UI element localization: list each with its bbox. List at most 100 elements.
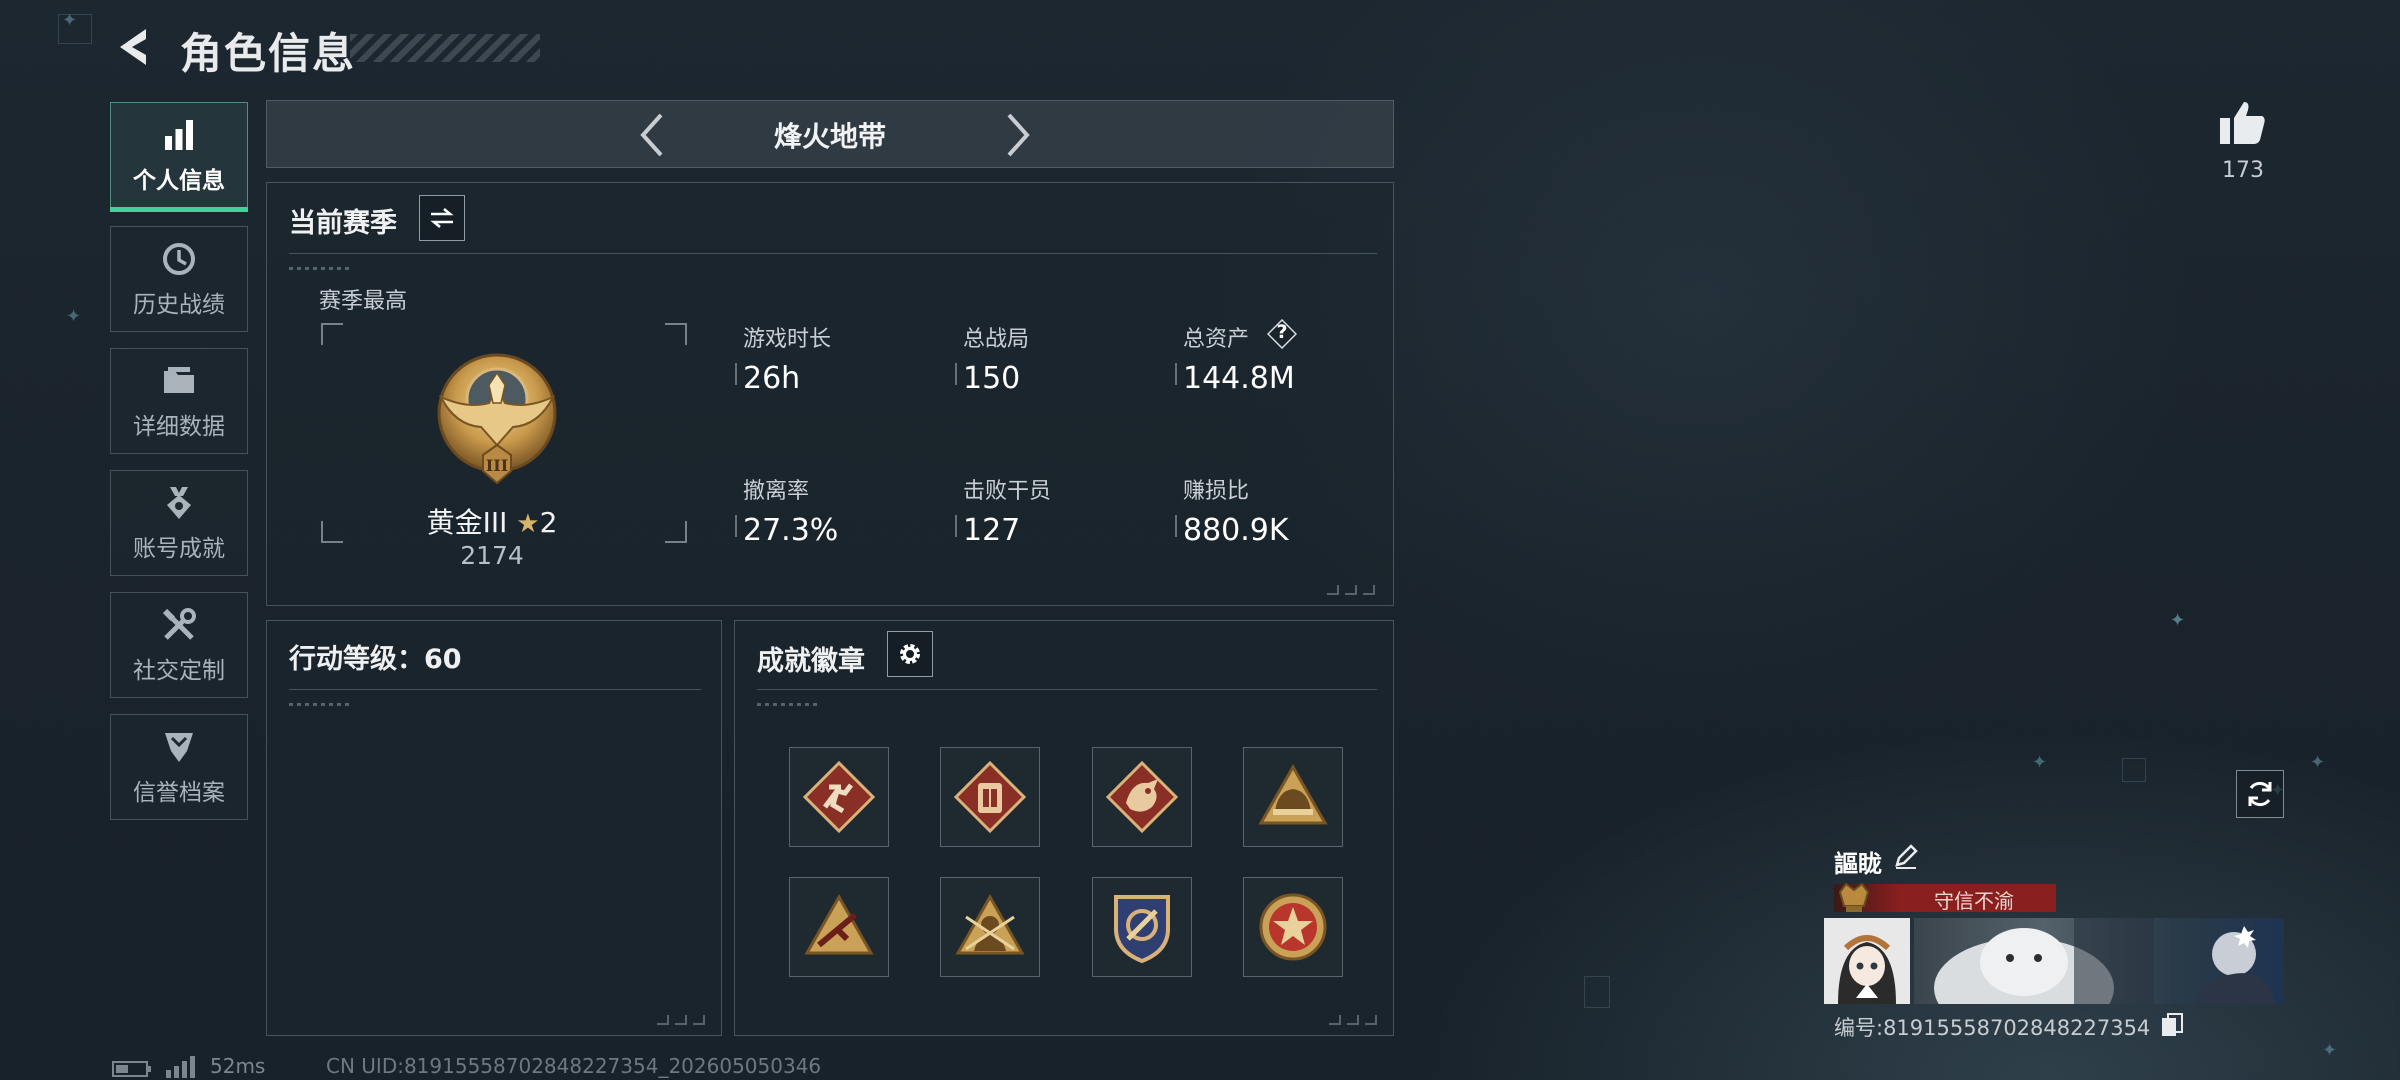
- edit-name-button[interactable]: [1892, 842, 1922, 872]
- rank-name-row: 黄金III ★2: [267, 501, 717, 541]
- sidebar-item-social[interactable]: 社交定制: [110, 592, 248, 698]
- stat-label: 撤离率: [743, 479, 810, 504]
- stat-value: 880.9K: [1183, 513, 1289, 548]
- divider-decoration: [757, 703, 817, 706]
- achievement-badge[interactable]: [789, 747, 889, 847]
- divider: [289, 689, 701, 690]
- stat-marker: [1175, 363, 1177, 385]
- sparkle-icon: ✦: [2170, 610, 2186, 631]
- sidebar-item-label: 历史战绩: [133, 292, 225, 318]
- badges-panel: 成就徽章: [734, 620, 1394, 1036]
- ping-text: 52ms: [210, 1054, 266, 1078]
- hud-frame: [1584, 976, 1610, 1008]
- copy-id-button[interactable]: [2160, 1012, 2184, 1038]
- sidebar-item-label: 详细数据: [133, 414, 225, 440]
- mode-selector: 烽火地带: [266, 100, 1394, 168]
- sidebar-item-detail-data[interactable]: 详细数据: [110, 348, 248, 454]
- svg-text:III: III: [486, 456, 508, 475]
- title-decoration: [350, 34, 540, 62]
- help-button[interactable]: ?: [1267, 319, 1297, 349]
- frame-corner: [321, 323, 343, 345]
- achievement-badge[interactable]: [1243, 877, 1343, 977]
- helmet-triangle-badge-icon: [1258, 763, 1328, 825]
- achievement-badge[interactable]: [1092, 747, 1192, 847]
- refresh-icon: [2248, 781, 2272, 807]
- stat-label: 游戏时长: [743, 327, 832, 352]
- sidebar-item-personal-info[interactable]: 个人信息: [110, 102, 248, 212]
- gear-icon: [900, 644, 920, 664]
- divider: [289, 253, 1377, 254]
- sidebar-item-label: 账号成就: [133, 536, 225, 562]
- panel-corner-decoration: [657, 1015, 713, 1027]
- achievement-badge-icon: [159, 483, 199, 523]
- stat-value: 127: [963, 513, 1021, 548]
- battery-icon: [112, 1060, 152, 1078]
- rank-score: 2174: [460, 541, 524, 570]
- mode-next-button[interactable]: [993, 109, 1043, 161]
- stat-label: 总战局: [963, 327, 1030, 352]
- achievement-badge[interactable]: [1092, 877, 1192, 977]
- help-text: ?: [1276, 321, 1288, 343]
- star-medal-badge-icon: [1259, 893, 1327, 961]
- sparkle-icon: ✦: [2310, 752, 2326, 773]
- back-arrow-icon: [120, 29, 146, 65]
- avatar[interactable]: [1824, 918, 1910, 1004]
- hud-frame: [58, 14, 92, 44]
- chevron-right-icon: [1007, 113, 1030, 157]
- season-panel: 当前赛季 赛季最高 III 黄金III ★2 2174 游戏时长 26h 总战局…: [266, 182, 1394, 606]
- soldier-triangle-badge-icon: [955, 893, 1025, 955]
- panel-corner-decoration: [1327, 585, 1383, 597]
- back-button[interactable]: [108, 22, 156, 72]
- swap-icon: [430, 208, 454, 228]
- banner-artwork-icon: [1934, 918, 2275, 1004]
- runner-badge-icon: [802, 760, 876, 834]
- sidebar-item-label: 个人信息: [133, 168, 225, 194]
- rifle-triangle-badge-icon: [804, 893, 874, 955]
- like-button[interactable]: [2216, 96, 2270, 150]
- folder-icon: [159, 361, 199, 401]
- rank-emblem: III: [427, 347, 567, 489]
- like-count: 173: [2222, 158, 2264, 183]
- avatar-portrait-icon: [1824, 918, 1910, 1004]
- star-icon: ★: [516, 509, 540, 539]
- divider-decoration: [289, 703, 349, 706]
- stat-value: 26h: [743, 361, 801, 396]
- sidebar-item-label: 社交定制: [133, 658, 225, 684]
- achievement-badge[interactable]: [940, 747, 1040, 847]
- bar-chart-icon: [159, 115, 199, 155]
- stat-marker: [735, 363, 737, 385]
- title-tag-emblem: [1836, 876, 1872, 916]
- season-title: 当前赛季: [289, 208, 397, 239]
- divider-decoration: [289, 267, 349, 270]
- player-name: 謳眬: [1834, 850, 1882, 878]
- sidebar-item-history[interactable]: 历史战绩: [110, 226, 248, 332]
- sidebar-item-credit[interactable]: 信誉档案: [110, 714, 248, 820]
- season-switch-button[interactable]: [419, 195, 465, 241]
- level-title: 行动等级：60: [289, 644, 462, 675]
- history-clock-icon: [159, 239, 199, 279]
- sidebar-item-achievements[interactable]: 账号成就: [110, 470, 248, 576]
- title-tag-text: 守信不渝: [1934, 889, 2014, 913]
- frame-corner: [665, 323, 687, 345]
- pencil-icon: [1895, 844, 1918, 869]
- refresh-button[interactable]: [2236, 770, 2284, 818]
- season-best-label: 赛季最高: [319, 289, 408, 314]
- shield-chevron-icon: [159, 727, 199, 767]
- stat-marker: [735, 515, 737, 537]
- sparkle-icon: ✦: [2032, 752, 2048, 773]
- profile-banner[interactable]: [1914, 918, 2284, 1004]
- stat-marker: [955, 515, 957, 537]
- thumbs-up-icon: [2220, 102, 2265, 144]
- achievement-badge[interactable]: [789, 877, 889, 977]
- achievement-badge[interactable]: [1243, 747, 1343, 847]
- mode-title: 烽火地带: [773, 120, 886, 153]
- achievement-badge[interactable]: [940, 877, 1040, 977]
- uid-text: CN UID:8191555870284822735​4_20260505034…: [326, 1054, 822, 1078]
- sparkle-icon: ✦: [2322, 1040, 2338, 1061]
- rank-name: 黄金III: [426, 506, 508, 539]
- tools-icon: [159, 605, 199, 645]
- signal-strength-icon: [164, 1056, 198, 1078]
- stat-value: 144.8M: [1183, 361, 1295, 396]
- badges-settings-button[interactable]: [887, 631, 933, 677]
- dragon-badge-icon: [1105, 760, 1179, 834]
